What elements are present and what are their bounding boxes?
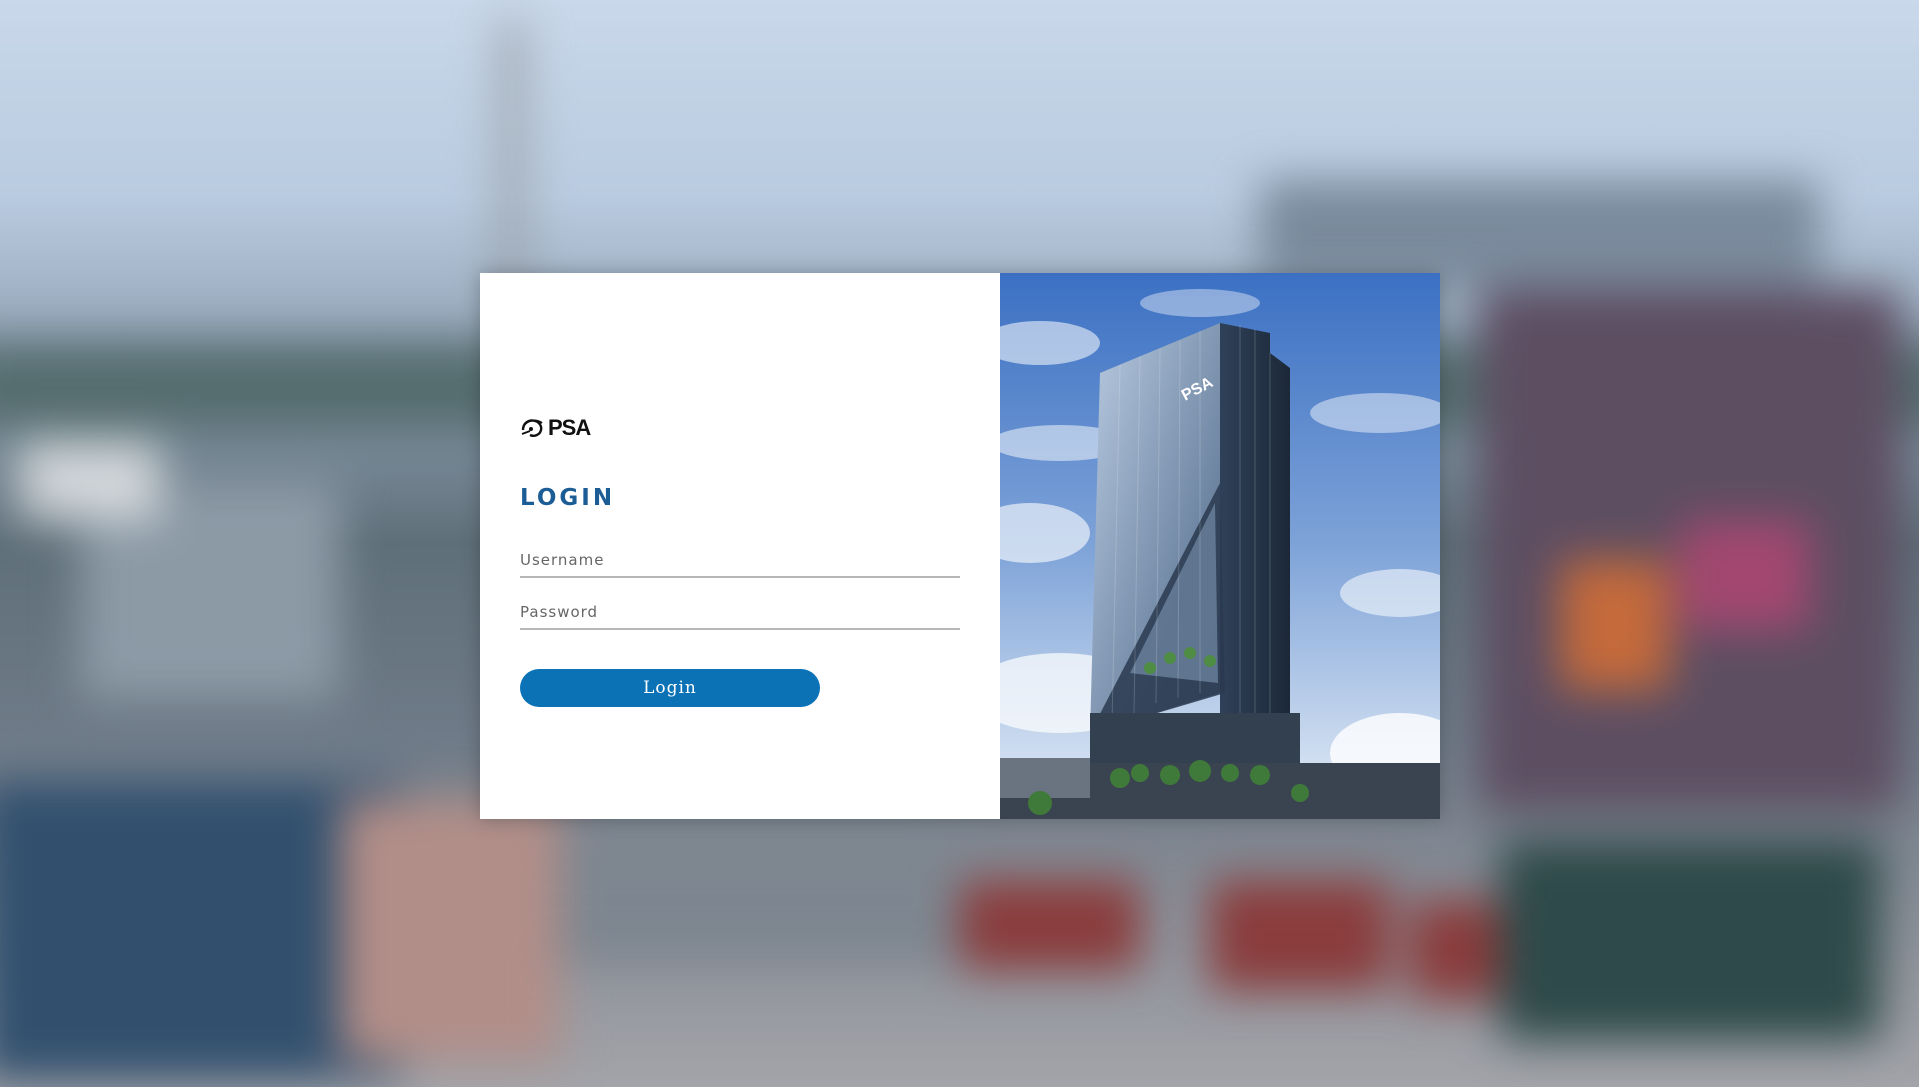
password-field[interactable]	[520, 596, 960, 630]
login-form-panel: PSA LOGIN Login	[480, 273, 1000, 819]
building-photo: PSA	[1000, 273, 1440, 819]
login-card: PSA LOGIN Login	[480, 273, 1440, 819]
psa-logo-icon	[521, 419, 543, 437]
username-field[interactable]	[520, 544, 960, 578]
logo-text: PSA	[548, 415, 591, 440]
login-title: LOGIN	[520, 485, 616, 511]
psa-building-image: PSA	[1000, 273, 1440, 819]
psa-logo: PSA	[520, 415, 591, 441]
login-button[interactable]: Login	[520, 669, 820, 707]
